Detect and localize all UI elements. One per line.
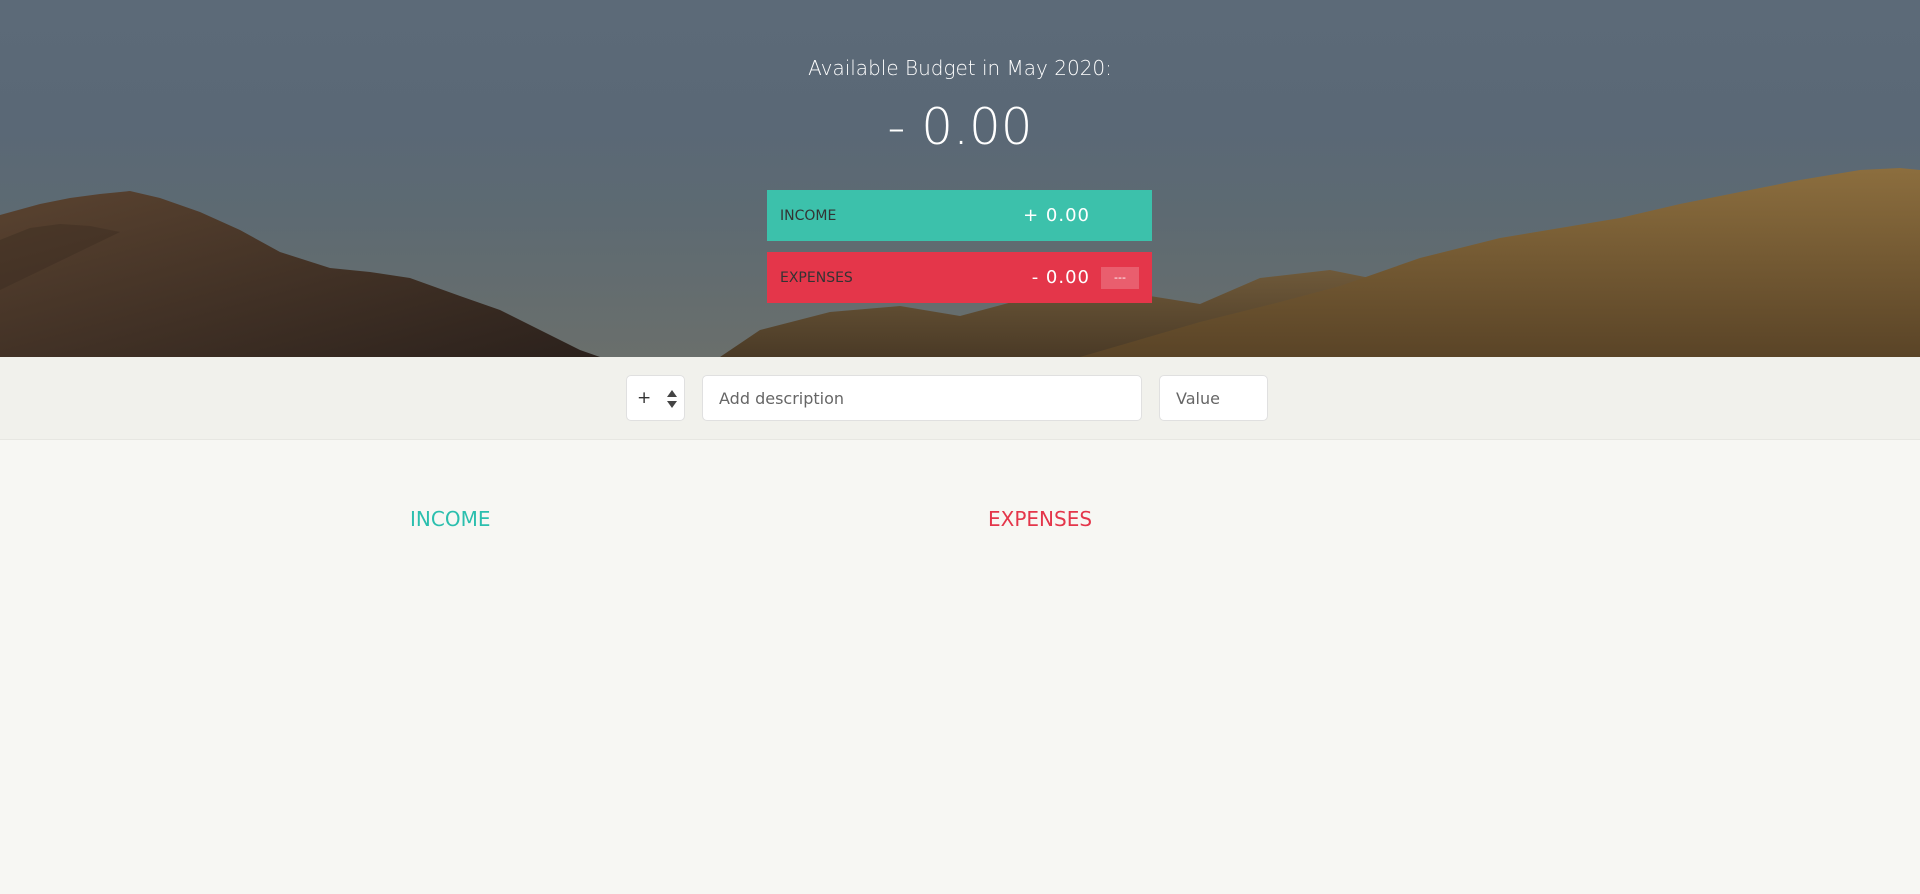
type-select[interactable]: + bbox=[626, 375, 685, 421]
budget-header: Available Budget in May 2020: - 0.00 INC… bbox=[0, 0, 1920, 357]
mountain-background-image bbox=[0, 168, 1920, 357]
budget-title: Available Budget in May 2020: bbox=[808, 56, 1112, 80]
description-input[interactable] bbox=[702, 375, 1142, 421]
add-item-bar: + bbox=[0, 357, 1920, 440]
expenses-summary: EXPENSES - 0.00 --- bbox=[767, 252, 1152, 303]
budget-value: - 0.00 bbox=[887, 98, 1033, 156]
expenses-list-title: EXPENSES bbox=[988, 507, 1093, 531]
expenses-percentage-badge: --- bbox=[1101, 266, 1139, 289]
expenses-summary-value: - 0.00 bbox=[1031, 267, 1090, 288]
income-summary: INCOME + 0.00 bbox=[767, 190, 1152, 241]
type-select-value: + bbox=[637, 388, 652, 408]
value-input[interactable] bbox=[1159, 375, 1268, 421]
income-summary-label: INCOME bbox=[780, 207, 837, 224]
up-down-arrows-icon bbox=[667, 390, 677, 408]
expenses-summary-label: EXPENSES bbox=[780, 269, 853, 286]
income-summary-value: + 0.00 bbox=[1023, 205, 1090, 226]
income-list-title: INCOME bbox=[410, 507, 491, 531]
